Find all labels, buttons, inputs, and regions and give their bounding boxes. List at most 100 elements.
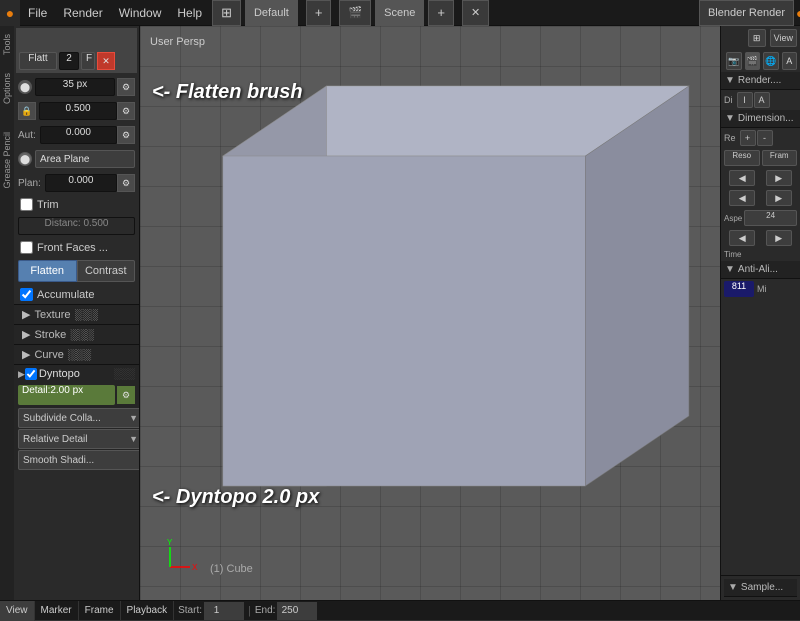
world-icon[interactable]: 🌐 [763, 52, 779, 70]
distance-input[interactable]: Distanc: 0.500 [18, 217, 135, 235]
playback-bottom-item[interactable]: Playback [121, 601, 175, 621]
brush-pin-btn[interactable]: F [81, 52, 95, 70]
lock-icon[interactable]: 🔒 [18, 102, 36, 120]
options-label: Options [2, 69, 12, 108]
brush-options-btn[interactable]: ✕ [97, 52, 115, 70]
right-icon-1[interactable]: ⊞ [748, 29, 766, 47]
stroke-label: Stroke [34, 329, 66, 341]
plane-value-row: Plan: 0.000 ⚙ [14, 171, 139, 195]
size-input[interactable]: 35 px [35, 78, 115, 96]
subdivide-label: Subdivide Colla... [23, 413, 101, 424]
nav-left-1[interactable]: ◀ [729, 170, 755, 186]
strength-input[interactable]: 0.500 [39, 102, 117, 120]
reso-input[interactable]: Reso [724, 150, 760, 166]
area-plane-select[interactable]: Area Plane [35, 150, 135, 168]
smooth-shading-button[interactable]: Smooth Shadi... [18, 450, 139, 470]
trim-checkbox[interactable] [20, 198, 33, 211]
svg-text:X: X [192, 563, 198, 572]
plane-modifier-btn[interactable]: ⚙ [117, 174, 135, 192]
menu-file[interactable]: File [20, 0, 55, 26]
autosmooth-label: Aut: [18, 130, 36, 141]
front-faces-label: Front Faces ... [37, 242, 108, 254]
right-panel-icons: ⊞ View [721, 26, 800, 50]
texture-section[interactable]: ▶ Texture ░░░ [14, 304, 139, 324]
nav-arrows-2: ◀ ▶ [721, 188, 800, 208]
stroke-dots: ░░░ [70, 329, 93, 341]
texture-arrow: ▶ [22, 308, 30, 321]
side-icons: Tools Options Grease Pencil [0, 26, 14, 600]
add-scene-btn[interactable]: + [428, 0, 454, 26]
di-btn1[interactable]: I [737, 92, 753, 108]
re-row: Re + - [721, 128, 800, 148]
autosmooth-modifier-btn[interactable]: ⚙ [117, 126, 135, 144]
detail-icon[interactable]: ⚙ [117, 386, 135, 404]
nav-right-2[interactable]: ▶ [766, 190, 792, 206]
relative-detail-button[interactable]: Relative Detail ▼ [18, 429, 139, 449]
brush-name-field[interactable]: Flatt [19, 52, 57, 70]
nav-left-3[interactable]: ◀ [729, 230, 755, 246]
front-faces-row: Front Faces ... [14, 238, 139, 257]
size-icon: ⬤ [18, 80, 32, 94]
dyntopo-checkbox[interactable] [25, 368, 37, 380]
start-input[interactable] [204, 602, 244, 620]
start-label: Start: [178, 605, 202, 616]
contrast-button[interactable]: Contrast [77, 260, 136, 282]
add-tab-btn[interactable]: + [306, 0, 332, 26]
nav-arrows-3: ◀ ▶ [721, 228, 800, 248]
text-icon[interactable]: A [782, 52, 798, 70]
flatten-contrast-group: Flatten Contrast [18, 260, 135, 282]
strength-modifier-btn[interactable]: ⚙ [117, 102, 135, 120]
render-icon[interactable]: 🎬 [745, 52, 761, 70]
view-bottom-item[interactable]: View [0, 601, 35, 621]
dyntopo-dots: ░░░ [114, 369, 135, 380]
sample-arrow: ▼ [728, 582, 738, 593]
autosmooth-input[interactable]: 0.000 [40, 126, 117, 144]
dyntopo-header[interactable]: ▶ Dyntopo ░░░ [14, 365, 139, 383]
sample-row: 811 Mi [721, 279, 800, 299]
nav-right-3[interactable]: ▶ [766, 230, 792, 246]
scene-tab[interactable]: Scene [375, 0, 424, 26]
fram-input[interactable]: Fram [762, 150, 798, 166]
nav-left-2[interactable]: ◀ [729, 190, 755, 206]
menu-window[interactable]: Window [111, 0, 170, 26]
nav-right-1[interactable]: ▶ [766, 170, 792, 186]
stroke-section[interactable]: ▶ Stroke ░░░ [14, 324, 139, 344]
render-label: Render.... [738, 75, 781, 86]
subdivide-button[interactable]: Subdivide Colla... ▼ [18, 408, 139, 428]
grease-pencil-label: Grease Pencil [2, 128, 12, 193]
frame-bottom-item[interactable]: Frame [79, 601, 121, 621]
reso-fram-row: Reso Fram [721, 148, 800, 168]
front-faces-checkbox[interactable] [20, 241, 33, 254]
axis-widget: X Y [160, 537, 200, 580]
time-row: Time [721, 248, 800, 261]
accumulate-checkbox[interactable] [20, 288, 33, 301]
flatten-button[interactable]: Flatten [18, 260, 77, 282]
anti-ali-section-title: ▼ Anti-Ali... [721, 261, 800, 279]
sample-section: ▼ Sample... [721, 575, 800, 600]
detail-input[interactable]: Detail:2.00 px [18, 385, 115, 405]
brush-number-input[interactable]: 2 [59, 52, 79, 70]
end-label: End: [255, 605, 276, 616]
trim-label: Trim [37, 199, 59, 211]
di-btn2[interactable]: A [754, 92, 770, 108]
panel-content: Flatt 2 F ✕ ⬤ 35 px ⚙ 🔒 0.500 ⚙ Aut: [14, 26, 139, 600]
frame-24-input[interactable]: 24 [744, 210, 797, 226]
anti-ali-label: Anti-Ali... [738, 264, 778, 275]
sample-number[interactable]: 811 [724, 281, 754, 297]
close-scene-btn[interactable]: ✕ [462, 0, 489, 26]
area-plane-row: ⬤ Area Plane [14, 147, 139, 171]
curve-section[interactable]: ▶ Curve ░░░ [14, 344, 139, 364]
render-engine-select[interactable]: Blender Render [699, 0, 794, 26]
size-modifier-btn[interactable]: ⚙ [117, 78, 135, 96]
plane-value-input[interactable]: 0.000 [45, 174, 117, 192]
anti-ali-arrow: ▼ [725, 264, 735, 275]
re-plus-btn[interactable]: - [757, 130, 773, 146]
menu-help[interactable]: Help [169, 0, 210, 26]
re-minus-btn[interactable]: + [740, 130, 756, 146]
menu-render[interactable]: Render [55, 0, 110, 26]
marker-bottom-item[interactable]: Marker [35, 601, 79, 621]
workspace-tab[interactable]: Default [245, 0, 298, 26]
end-input[interactable] [277, 602, 317, 620]
camera-icon[interactable]: 📷 [726, 52, 742, 70]
viewport[interactable]: User Persp <- Flatten brush <- Dyntopo 2… [140, 26, 720, 600]
